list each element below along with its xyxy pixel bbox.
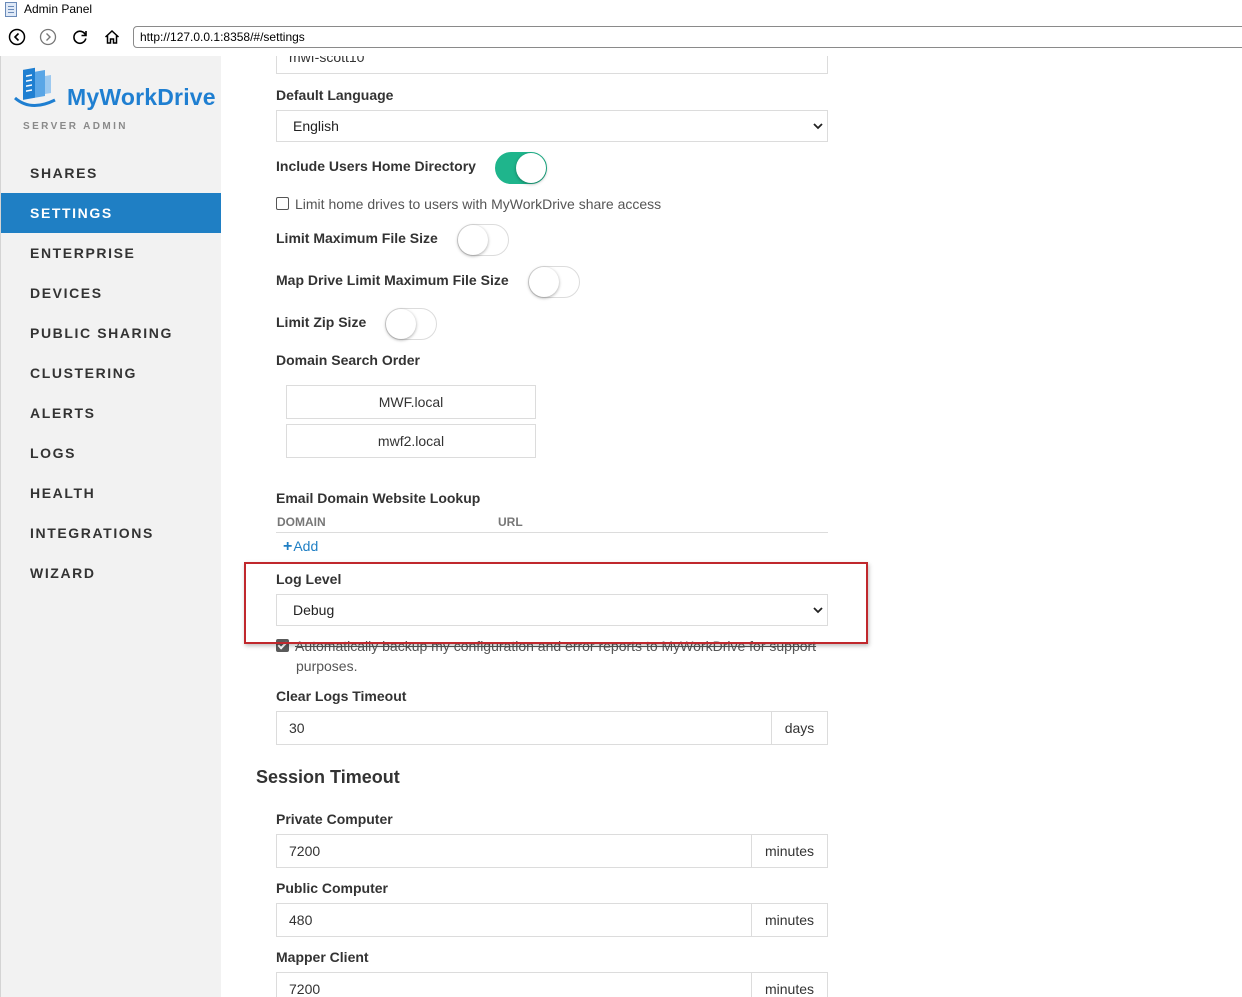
forward-button[interactable] bbox=[38, 27, 58, 47]
public-computer-input[interactable]: 480 minutes bbox=[276, 903, 828, 937]
limit-max-file-size-label: Limit Maximum File Size bbox=[276, 230, 438, 246]
toggle-knob bbox=[386, 309, 416, 339]
default-language-select[interactable]: English bbox=[276, 110, 828, 142]
clear-logs-value: 30 bbox=[289, 720, 305, 736]
private-computer-value: 7200 bbox=[289, 843, 321, 859]
map-drive-limit-label: Map Drive Limit Maximum File Size bbox=[276, 272, 509, 288]
default-language-label: Default Language bbox=[276, 87, 394, 103]
browser-toolbar bbox=[0, 20, 1242, 56]
mapper-client-input[interactable]: 7200 minutes bbox=[276, 972, 828, 997]
toggle-knob bbox=[516, 153, 546, 183]
domain-item[interactable]: MWF.local bbox=[286, 385, 536, 419]
add-label: Add bbox=[293, 538, 319, 554]
sidebar-item-enterprise[interactable]: ENTERPRISE bbox=[1, 233, 222, 273]
add-email-domain-link[interactable]: +Add bbox=[283, 538, 318, 556]
chevron-down-icon bbox=[813, 123, 823, 130]
sidebar-nav: SHARES SETTINGS ENTERPRISE DEVICES PUBLI… bbox=[1, 153, 222, 593]
sidebar-item-health[interactable]: HEALTH bbox=[1, 473, 222, 513]
column-header-url: URL bbox=[498, 515, 523, 529]
clear-logs-input[interactable]: 30 days bbox=[276, 711, 828, 745]
forward-arrow-icon bbox=[39, 28, 57, 46]
toggle-knob bbox=[458, 225, 488, 255]
sidebar-item-alerts[interactable]: ALERTS bbox=[1, 393, 222, 433]
limit-zip-size-toggle[interactable] bbox=[385, 308, 437, 340]
domain-search-order-label: Domain Search Order bbox=[276, 352, 420, 368]
sidebar: MyWorkDrive SERVER ADMIN SHARES SETTINGS… bbox=[0, 56, 222, 997]
default-language-value: English bbox=[293, 118, 339, 134]
settings-panel: mwf-scott10 Default Language English Inc… bbox=[221, 56, 1242, 997]
window-title: Admin Panel bbox=[24, 2, 93, 16]
sidebar-item-clustering[interactable]: CLUSTERING bbox=[1, 353, 222, 393]
server-name-input[interactable]: mwf-scott10 bbox=[276, 56, 828, 74]
email-lookup-table-header: DOMAIN URL bbox=[276, 514, 828, 533]
reload-button[interactable] bbox=[70, 27, 90, 47]
sidebar-item-public-sharing[interactable]: PUBLIC SHARING bbox=[1, 313, 222, 353]
auto-backup-checkbox[interactable] bbox=[276, 639, 289, 652]
mapper-client-label: Mapper Client bbox=[276, 949, 369, 965]
brand-subtitle: SERVER ADMIN bbox=[23, 121, 128, 132]
window-titlebar: Admin Panel bbox=[0, 0, 1242, 20]
url-input[interactable] bbox=[140, 30, 1140, 44]
log-level-label: Log Level bbox=[276, 571, 342, 587]
sidebar-item-shares[interactable]: SHARES bbox=[1, 153, 222, 193]
brand-name: MyWorkDrive bbox=[67, 84, 216, 110]
home-button[interactable] bbox=[102, 27, 122, 47]
private-computer-input[interactable]: 7200 minutes bbox=[276, 834, 828, 868]
include-home-toggle[interactable] bbox=[495, 152, 547, 184]
column-header-domain: DOMAIN bbox=[277, 515, 326, 529]
log-level-select[interactable]: Debug bbox=[276, 594, 828, 626]
document-icon bbox=[5, 2, 17, 17]
home-icon bbox=[104, 29, 120, 44]
email-lookup-label: Email Domain Website Lookup bbox=[276, 490, 481, 506]
public-computer-value: 480 bbox=[289, 912, 313, 928]
reload-icon bbox=[73, 30, 87, 45]
sidebar-item-settings[interactable]: SETTINGS bbox=[1, 193, 222, 233]
limit-home-drives-row[interactable]: Limit home drives to users with MyWorkDr… bbox=[276, 196, 661, 212]
sidebar-item-wizard[interactable]: WIZARD bbox=[1, 553, 222, 593]
limit-home-drives-checkbox[interactable] bbox=[276, 197, 289, 210]
private-computer-unit: minutes bbox=[751, 835, 827, 867]
session-timeout-heading: Session Timeout bbox=[256, 767, 400, 787]
private-computer-label: Private Computer bbox=[276, 811, 393, 827]
domain-item[interactable]: mwf2.local bbox=[286, 424, 536, 458]
log-level-value: Debug bbox=[293, 602, 335, 618]
brand-logo[interactable]: MyWorkDrive SERVER ADMIN bbox=[11, 66, 221, 132]
server-name-value: mwf-scott10 bbox=[289, 56, 365, 65]
sidebar-item-integrations[interactable]: INTEGRATIONS bbox=[1, 513, 222, 553]
include-home-label: Include Users Home Directory bbox=[276, 158, 476, 174]
sidebar-item-logs[interactable]: LOGS bbox=[1, 433, 222, 473]
limit-max-file-size-toggle[interactable] bbox=[457, 224, 509, 256]
mapper-client-value: 7200 bbox=[289, 981, 321, 997]
back-arrow-icon bbox=[8, 28, 26, 46]
mapper-client-unit: minutes bbox=[751, 973, 827, 997]
public-computer-label: Public Computer bbox=[276, 880, 389, 896]
back-button[interactable] bbox=[7, 27, 27, 47]
chevron-down-icon bbox=[813, 607, 823, 614]
map-drive-limit-toggle[interactable] bbox=[528, 266, 580, 298]
public-computer-unit: minutes bbox=[751, 904, 827, 936]
building-logo-icon bbox=[14, 67, 56, 107]
clear-logs-unit: days bbox=[771, 712, 827, 744]
limit-home-drives-label: Limit home drives to users with MyWorkDr… bbox=[295, 196, 662, 212]
plus-icon: + bbox=[283, 538, 293, 555]
auto-backup-row[interactable]: Automatically backup my configuration an… bbox=[276, 638, 816, 654]
sidebar-item-devices[interactable]: DEVICES bbox=[1, 273, 222, 313]
limit-zip-size-label: Limit Zip Size bbox=[276, 314, 367, 330]
auto-backup-label-cont: purposes. bbox=[296, 658, 358, 674]
auto-backup-label: Automatically backup my configuration an… bbox=[295, 638, 817, 654]
address-bar[interactable] bbox=[133, 26, 1242, 48]
toggle-knob bbox=[529, 267, 559, 297]
clear-logs-label: Clear Logs Timeout bbox=[276, 688, 407, 704]
